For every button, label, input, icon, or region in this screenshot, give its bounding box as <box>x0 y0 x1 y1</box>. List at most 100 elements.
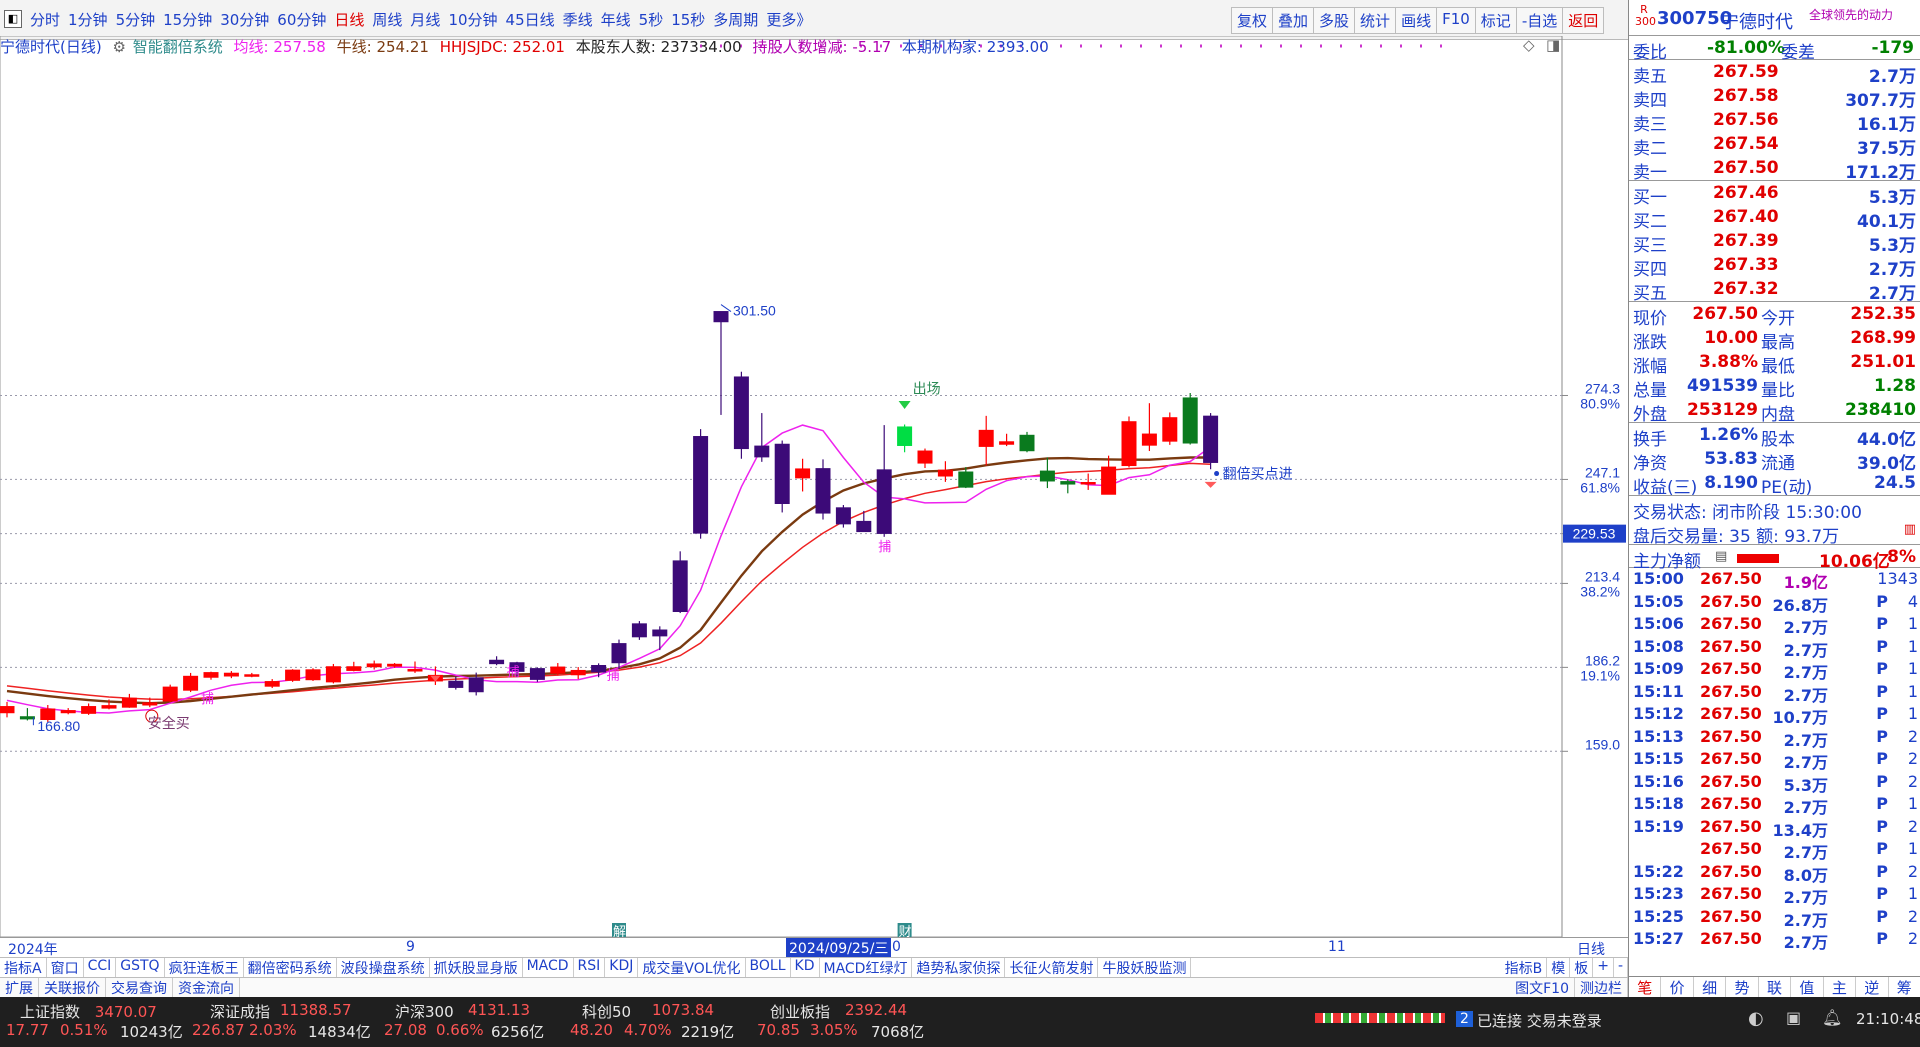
candle[interactable] <box>550 663 566 676</box>
candle[interactable] <box>815 459 831 520</box>
period-tab[interactable]: 60分钟 <box>277 9 326 30</box>
candle[interactable] <box>366 660 382 670</box>
sell-level[interactable]: 卖五 267.59 2.7万 <box>1629 60 1920 87</box>
candle[interactable] <box>223 671 239 679</box>
side-tab[interactable]: 图文F10 <box>1510 978 1575 997</box>
period-tab[interactable]: 1分钟 <box>68 9 108 30</box>
buy-level[interactable]: 买五 267.32 2.7万 <box>1629 277 1920 304</box>
period-tab[interactable]: 5秒 <box>639 9 664 30</box>
period-tab[interactable]: 5分钟 <box>116 9 156 30</box>
candle[interactable] <box>1039 457 1055 489</box>
tool-button[interactable]: 叠加 <box>1272 7 1315 34</box>
indicator-tab-b[interactable]: 模 <box>1547 958 1571 977</box>
candle[interactable] <box>1019 431 1035 453</box>
buy-level[interactable]: 买三 267.39 5.3万 <box>1629 229 1920 256</box>
candle[interactable] <box>1162 412 1178 445</box>
index3-name[interactable]: 沪深300 <box>395 1001 454 1022</box>
indicator-tab[interactable]: 抓妖股显身版 <box>430 958 523 977</box>
candle[interactable] <box>570 667 586 680</box>
indicator-tab[interactable]: 窗口 <box>47 958 84 977</box>
tool-button[interactable]: 复权 <box>1231 7 1274 34</box>
period-tab[interactable]: 30分钟 <box>220 9 269 30</box>
quote-tab[interactable]: 势 <box>1726 977 1759 997</box>
settings-icon[interactable]: ⚙ <box>113 38 126 56</box>
candle[interactable] <box>325 663 341 684</box>
indicator-tab[interactable]: 长征火箭发射 <box>1005 958 1099 977</box>
candle[interactable] <box>162 684 178 702</box>
sell-level[interactable]: 卖一 267.50 171.2万 <box>1629 156 1920 183</box>
tool-icon[interactable]: ▣ <box>1786 1008 1801 1027</box>
candle[interactable] <box>489 656 505 666</box>
indicator-tab[interactable]: 疯狂连板王 <box>165 958 244 977</box>
candle[interactable] <box>1182 393 1198 445</box>
candle[interactable] <box>1101 455 1117 495</box>
sub-tab[interactable]: 关联报价 <box>39 978 106 997</box>
indicator-tab[interactable]: BOLL <box>746 958 791 977</box>
candle[interactable] <box>754 413 770 462</box>
tool-button[interactable]: 统计 <box>1354 7 1397 34</box>
period-tab[interactable]: 多周期 <box>713 9 758 30</box>
bell-icon[interactable]: 🔔︎ <box>1822 1008 1842 1027</box>
quote-tab[interactable]: 细 <box>1694 977 1727 997</box>
period-tab[interactable]: 月线 <box>410 9 440 30</box>
tool-button[interactable]: 标记 <box>1474 7 1517 34</box>
tool-button[interactable]: 返回 <box>1562 7 1605 34</box>
window-icon[interactable]: ◨ <box>1546 36 1560 54</box>
candle[interactable] <box>81 703 97 715</box>
stock-name[interactable]: 宁德时代 <box>1721 8 1793 34</box>
tool-button[interactable]: 多股 <box>1313 7 1356 34</box>
indicator-tab[interactable]: 指标A <box>0 958 47 977</box>
quote-tab[interactable]: 笔 <box>1629 977 1662 997</box>
index5-name[interactable]: 创业板指 <box>770 1001 830 1022</box>
indicator-tab[interactable]: RSI <box>574 958 606 977</box>
side-tab[interactable]: 测边栏 <box>1575 978 1628 997</box>
indicator-tab[interactable]: 成交量VOL优化 <box>638 958 746 977</box>
sell-level[interactable]: 卖三 267.56 16.1万 <box>1629 108 1920 135</box>
candle[interactable] <box>60 708 76 715</box>
period-tab[interactable]: 周线 <box>372 9 402 30</box>
menu-icon[interactable]: ◧ <box>4 10 22 28</box>
period-tab[interactable]: 季线 <box>563 9 593 30</box>
candle[interactable] <box>672 551 688 614</box>
candle[interactable] <box>285 669 301 682</box>
indicator-tab-b[interactable]: + <box>1593 958 1614 977</box>
indicator-tab[interactable]: KD <box>791 958 820 977</box>
candle[interactable] <box>611 639 627 669</box>
list-icon[interactable]: ▤ <box>1715 549 1727 564</box>
tick-list[interactable]: 15:00 267.50 1.9亿 1343 15:05 267.50 26.8万 P 4 15:… <box>1629 568 1920 952</box>
indicator-tab-b[interactable]: - <box>1614 958 1628 977</box>
period-tab[interactable]: 分时 <box>30 9 60 30</box>
candle[interactable] <box>121 693 137 708</box>
indicator-tab[interactable]: CCI <box>84 958 117 977</box>
indicator-tab-b[interactable]: 指标B <box>1501 958 1548 977</box>
refresh-icon[interactable]: ◐ <box>1748 1008 1764 1029</box>
quote-tab[interactable]: 价 <box>1661 977 1694 997</box>
candle[interactable] <box>978 415 994 466</box>
candle[interactable] <box>1203 413 1219 470</box>
candle[interactable] <box>835 505 851 528</box>
buy-level[interactable]: 买四 267.33 2.7万 <box>1629 253 1920 280</box>
period-tab[interactable]: 15分钟 <box>163 9 212 30</box>
quote-tab[interactable]: 值 <box>1791 977 1824 997</box>
period-tab[interactable]: 日线 <box>334 9 364 30</box>
candle[interactable] <box>183 672 199 693</box>
index4-name[interactable]: 科创50 <box>582 1001 631 1022</box>
candle[interactable] <box>652 626 668 651</box>
tool-button[interactable]: -自选 <box>1515 7 1564 34</box>
buy-level[interactable]: 买二 267.40 40.1万 <box>1629 205 1920 232</box>
candlestick-chart[interactable]: 274.380.9% 247.161.8% 213.438.2% 186.219.1%… <box>0 36 1628 938</box>
indicator-tab[interactable]: 牛股妖股监测 <box>1098 958 1192 977</box>
period-tab[interactable]: 10分钟 <box>448 9 497 30</box>
candle[interactable] <box>1121 416 1137 468</box>
candle[interactable] <box>529 667 545 682</box>
period-tab[interactable]: 15秒 <box>671 9 705 30</box>
quote-tab[interactable]: 联 <box>1759 977 1792 997</box>
sub-tab[interactable]: 资金流向 <box>173 978 240 997</box>
indicator-tab[interactable]: 波段操盘系统 <box>337 958 430 977</box>
period-tab[interactable]: 45日线 <box>506 9 555 30</box>
index1-name[interactable]: 上证指数 <box>20 1003 80 1021</box>
indicator-tab-b[interactable]: 板 <box>1570 958 1594 977</box>
candle[interactable] <box>693 429 709 539</box>
candle[interactable] <box>631 621 647 640</box>
sub-tab[interactable]: 交易查询 <box>106 978 173 997</box>
